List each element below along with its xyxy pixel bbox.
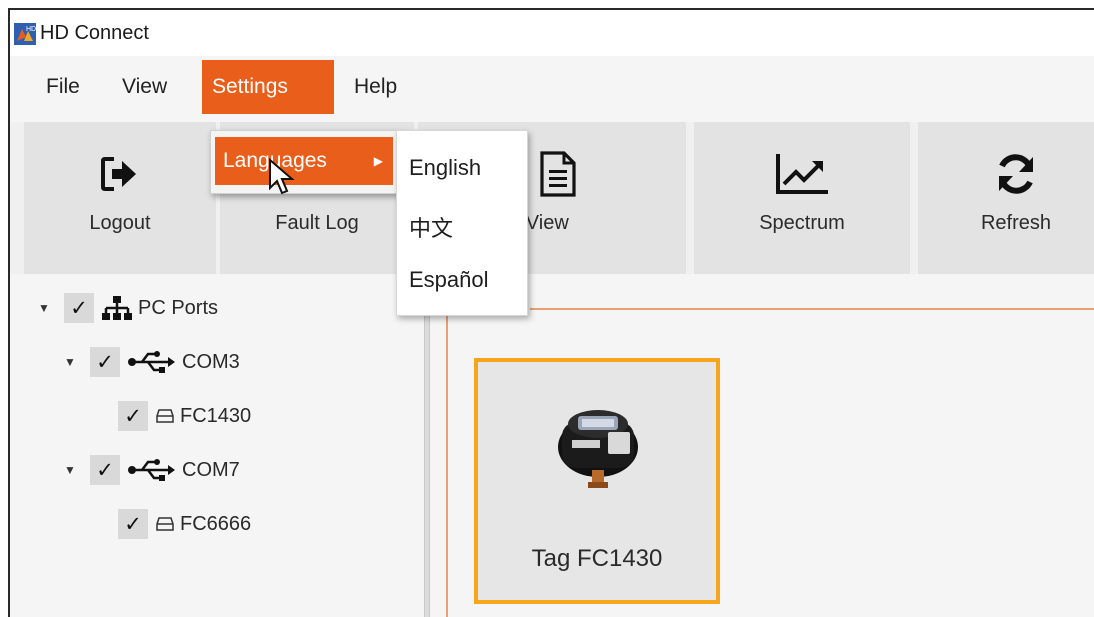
tree-node-pc-ports[interactable]: ▼ ✓ PC Ports: [38, 290, 218, 326]
fault-log-label: Fault Log: [275, 212, 359, 234]
checkbox[interactable]: ✓: [90, 347, 120, 377]
language-option-chinese[interactable]: 中文: [409, 211, 453, 243]
device-tree: ▼ ✓ PC Ports ▼ ✓ COM3 ✓ FC1430 ▼ ✓ COM7 …: [10, 278, 422, 617]
chart-line-icon: [776, 154, 828, 194]
expand-arrow-icon[interactable]: ▼: [64, 463, 78, 477]
svg-text:HD: HD: [26, 26, 36, 33]
refresh-icon: [999, 154, 1033, 194]
tree-label: PC Ports: [138, 296, 219, 319]
menu-view[interactable]: View: [112, 60, 177, 114]
usb-icon: [128, 458, 176, 482]
expand-arrow-icon[interactable]: ▼: [64, 355, 78, 369]
app-logo-icon: HD: [14, 23, 36, 45]
tree-node-fc6666[interactable]: ✓ FC6666: [118, 506, 251, 542]
usb-icon: [128, 350, 176, 374]
menu-help[interactable]: Help: [344, 60, 407, 114]
tree-node-fc1430[interactable]: ✓ FC1430: [118, 398, 251, 434]
network-icon: [102, 295, 132, 321]
menu-bar: File View Settings Help: [10, 60, 1094, 120]
expand-arrow-icon[interactable]: ▼: [38, 301, 52, 315]
languages-submenu: English 中文 Español: [396, 130, 528, 316]
tree-label: COM3: [182, 350, 240, 373]
refresh-label: Refresh: [980, 212, 1052, 234]
language-option-english[interactable]: English: [409, 155, 481, 181]
tag-tile[interactable]: Tag FC1430: [474, 358, 720, 604]
main-panel: M3 Tag FC1430: [430, 278, 1094, 617]
flow-meter-image: [558, 410, 638, 488]
checkbox[interactable]: ✓: [118, 509, 148, 539]
checkbox[interactable]: ✓: [64, 293, 94, 323]
window-title: HD Connect: [40, 22, 149, 44]
settings-dropdown: Languages ▶: [210, 130, 398, 194]
device-icon: [156, 409, 174, 423]
checkbox[interactable]: ✓: [90, 455, 120, 485]
document-icon: [540, 151, 576, 197]
title-bar[interactable]: HD HD Connect: [10, 10, 1094, 56]
spectrum-button[interactable]: Spectrum: [694, 122, 910, 274]
tree-node-com7[interactable]: ▼ ✓ COM7: [64, 452, 240, 488]
tree-node-com3[interactable]: ▼ ✓ COM3: [64, 344, 240, 380]
menu-item-languages[interactable]: Languages ▶: [215, 137, 393, 185]
refresh-button[interactable]: Refresh: [918, 122, 1094, 274]
submenu-arrow-icon: ▶: [373, 154, 383, 168]
tree-label: FC1430: [180, 404, 252, 427]
logout-button[interactable]: Logout: [24, 122, 216, 274]
tag-tile-label: Tag FC1430: [531, 545, 663, 572]
logout-icon: [101, 157, 136, 191]
menu-settings[interactable]: Settings: [202, 60, 334, 114]
logout-label: Logout: [89, 212, 151, 234]
toolbar: Logout Fault Log og View Spectrum Refres…: [10, 122, 1094, 274]
tree-label: COM7: [182, 458, 240, 481]
spectrum-label: Spectrum: [759, 212, 845, 234]
menu-file[interactable]: File: [36, 60, 90, 114]
language-option-spanish[interactable]: Español: [409, 267, 489, 293]
tree-label: FC6666: [180, 512, 252, 535]
mouse-cursor-icon: [269, 158, 295, 195]
checkbox[interactable]: ✓: [118, 401, 148, 431]
device-icon: [156, 517, 174, 531]
app-window: HD HD Connect File View Settings Help Lo…: [8, 8, 1094, 617]
